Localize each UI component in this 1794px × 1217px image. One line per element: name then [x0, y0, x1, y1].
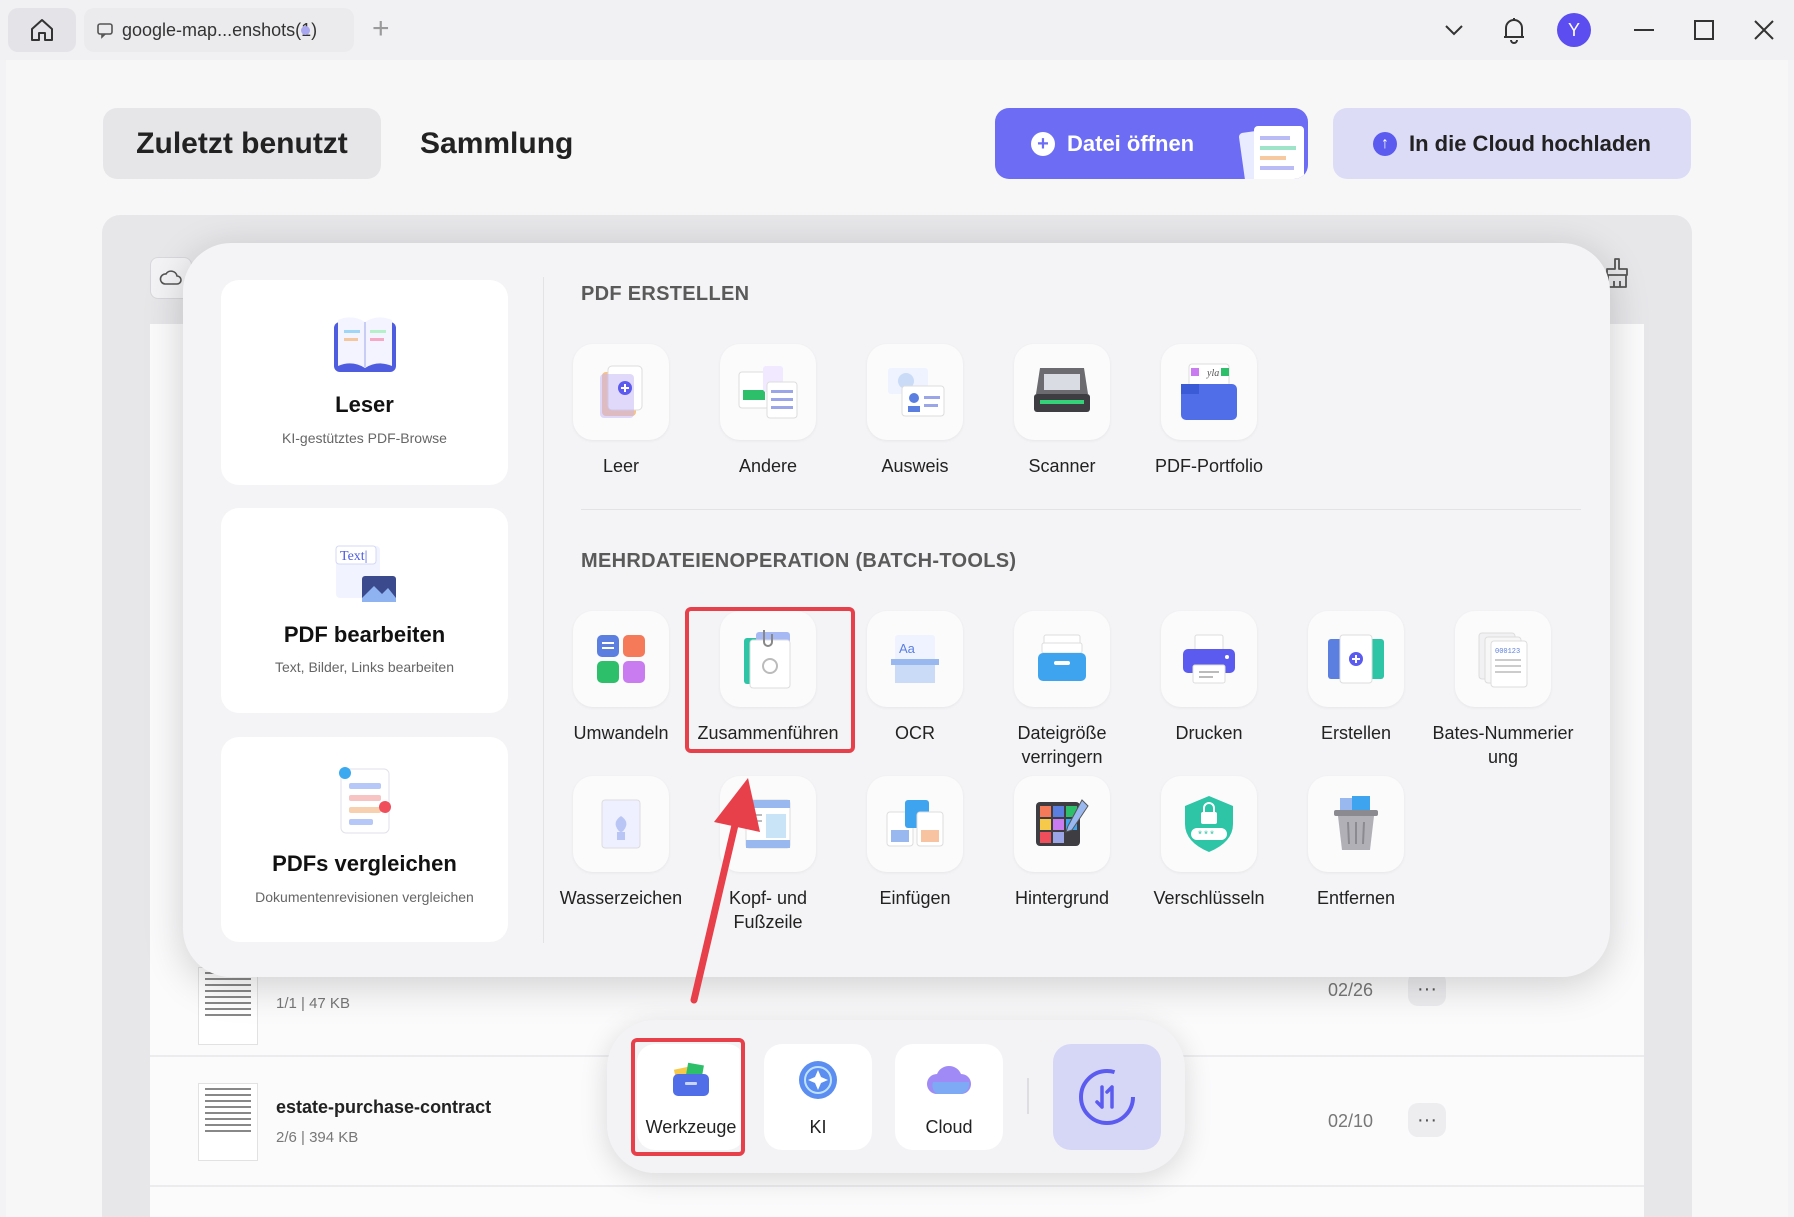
- dock-cloud-label: Cloud: [925, 1117, 973, 1137]
- divider: [1027, 1078, 1029, 1114]
- dock-convert-button[interactable]: [1053, 1044, 1161, 1150]
- dock-ai-label: KI: [809, 1117, 827, 1137]
- dock-cloud-button[interactable]: Cloud: [895, 1044, 1003, 1150]
- highlight-box: [631, 1038, 745, 1156]
- dock-ai-button[interactable]: KI: [764, 1044, 872, 1150]
- bottom-dock: Werkzeuge KI Cloud: [607, 1020, 1185, 1173]
- ai-sparkle-icon: [799, 1061, 837, 1099]
- refresh-arrows-icon: [1079, 1069, 1135, 1125]
- cloud-icon: [927, 1066, 971, 1094]
